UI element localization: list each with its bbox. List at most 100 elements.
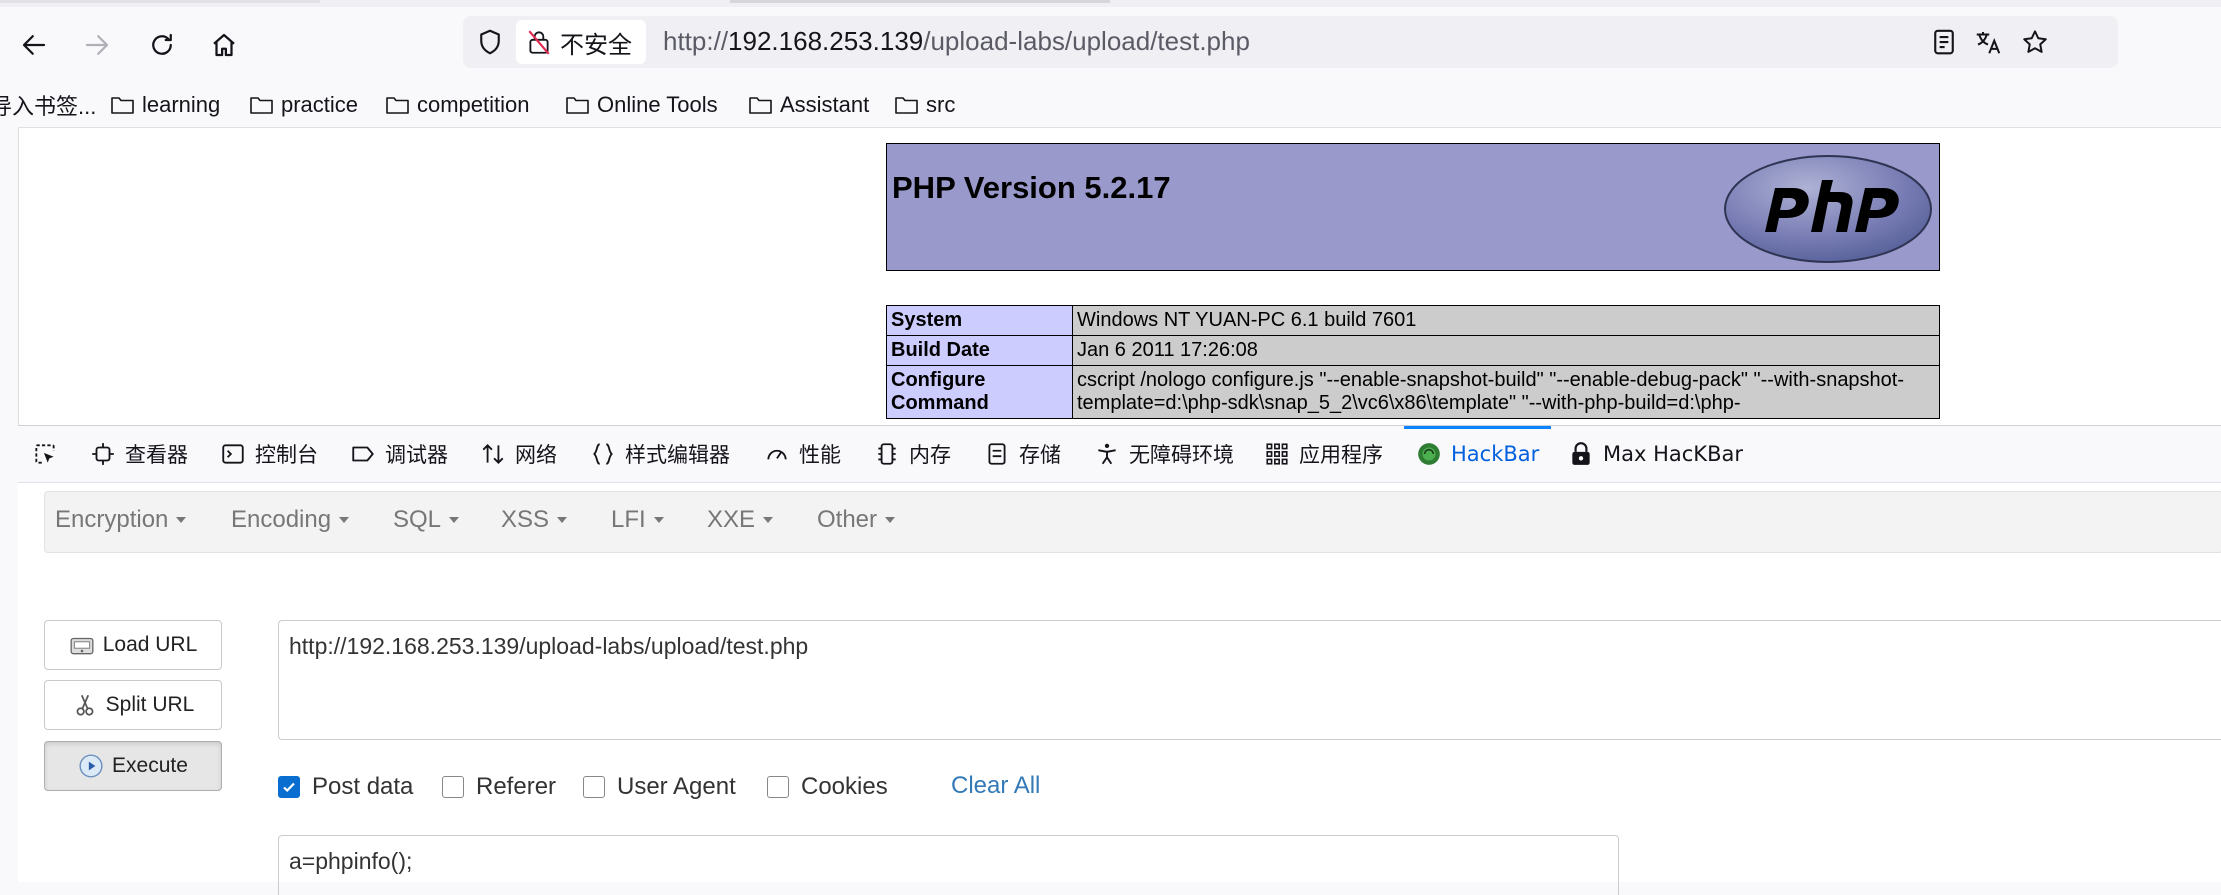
execute-button[interactable]: Execute	[44, 741, 222, 791]
checkbox-box[interactable]	[583, 776, 605, 798]
tab-edge	[0, 0, 320, 3]
table-row: Configure Command cscript /nologo config…	[886, 365, 1940, 419]
checkbox-label: Post data	[312, 773, 414, 800]
caret-down-icon	[885, 517, 896, 523]
cookies-checkbox[interactable]: Cookies	[767, 773, 888, 801]
folder-icon	[386, 97, 409, 114]
bookmark-label: src	[926, 92, 956, 117]
menu-xss[interactable]: XSS	[501, 506, 568, 534]
tab-inspector[interactable]: 查看器	[90, 426, 188, 482]
tab-application[interactable]: 应用程序	[1264, 426, 1383, 482]
bookmark-label: 导入书签...	[0, 94, 97, 119]
url-textarea[interactable]: http://192.168.253.139/upload-labs/uploa…	[278, 620, 2221, 740]
tab-performance[interactable]: 性能	[764, 426, 841, 482]
tab-hackbar[interactable]: HackBar	[1403, 426, 1552, 482]
tab-label: 应用程序	[1299, 443, 1383, 467]
tab-label: 内存	[909, 443, 951, 467]
bookmark-folder-src[interactable]: src	[894, 89, 955, 121]
bookmark-import[interactable]: 导入书签...	[0, 89, 96, 121]
tab-storage[interactable]: 存储	[984, 426, 1061, 482]
tab-debugger[interactable]: 调试器	[350, 426, 448, 482]
tab-label: 样式编辑器	[625, 443, 730, 467]
bookmark-label: practice	[281, 92, 359, 117]
url-text[interactable]: http://192.168.253.139/upload-labs/uploa…	[663, 26, 1250, 57]
translate-icon[interactable]	[1973, 27, 2003, 57]
menu-encryption[interactable]: Encryption	[55, 506, 187, 534]
button-label: Split URL	[105, 693, 195, 716]
url-host: 192.168.253.139	[728, 26, 924, 56]
menu-label: XSS	[501, 506, 550, 533]
tab-style-editor[interactable]: 样式编辑器	[590, 426, 730, 482]
folder-icon	[749, 97, 772, 114]
clear-all-link[interactable]: Clear All	[951, 772, 1040, 800]
menu-lfi[interactable]: LFI	[611, 506, 664, 534]
folder-icon	[250, 97, 273, 114]
console-icon	[222, 444, 244, 464]
page-content: PHP Version 5.2.17 System Windows NT YUA…	[18, 127, 2221, 426]
menu-encoding[interactable]: Encoding	[231, 506, 350, 534]
split-url-button[interactable]: Split URL	[44, 680, 222, 730]
caret-down-icon	[339, 517, 350, 523]
caret-down-icon	[653, 517, 664, 523]
menu-sql[interactable]: SQL	[393, 506, 460, 534]
forward-button[interactable]	[73, 21, 121, 69]
checkbox-checked-icon[interactable]	[278, 776, 300, 798]
checkbox-label: Cookies	[801, 773, 888, 800]
bookmark-folder-practice[interactable]: practice	[249, 89, 358, 121]
bookmark-star-icon[interactable]	[2020, 27, 2050, 57]
menu-xxe[interactable]: XXE	[707, 506, 774, 534]
memory-icon	[878, 443, 896, 465]
button-label: Execute	[112, 754, 188, 777]
tab-max-hackbar[interactable]: Max HacKBar	[1568, 426, 1743, 482]
phpinfo-table: System Windows NT YUAN-PC 6.1 build 7601…	[886, 305, 1940, 419]
accessibility-icon	[1098, 443, 1116, 465]
tab-accessibility[interactable]: 无障碍环境	[1094, 426, 1234, 482]
back-arrow-icon	[22, 35, 46, 55]
caret-down-icon	[176, 517, 187, 523]
load-url-icon	[70, 637, 94, 655]
user-agent-checkbox[interactable]: User Agent	[583, 773, 736, 801]
post-data-textarea[interactable]: a=phpinfo();	[278, 835, 1619, 895]
tab-label: 调试器	[385, 443, 448, 467]
checkbox-label: User Agent	[617, 773, 736, 800]
bookmark-folder-online-tools[interactable]: Online Tools	[565, 89, 718, 121]
reload-button[interactable]	[138, 21, 186, 69]
home-icon	[213, 33, 235, 57]
tab-label: 性能	[799, 443, 841, 467]
tab-console[interactable]: 控制台	[220, 426, 318, 482]
play-icon	[79, 754, 103, 778]
checkbox-box[interactable]	[442, 776, 464, 798]
bookmark-folder-competition[interactable]: competition	[385, 89, 530, 121]
performance-icon	[767, 449, 787, 460]
table-key: System	[886, 305, 1073, 336]
back-button[interactable]	[10, 21, 58, 69]
tab-network[interactable]: 网络	[480, 426, 557, 482]
hackbar-icon	[1418, 443, 1440, 465]
home-button[interactable]	[200, 21, 248, 69]
bookmark-folder-assistant[interactable]: Assistant	[748, 89, 869, 121]
tab-memory[interactable]: 内存	[874, 426, 951, 482]
bookmark-label: learning	[142, 92, 221, 117]
load-url-button[interactable]: Load URL	[44, 620, 222, 670]
post-data-checkbox[interactable]: Post data	[278, 773, 413, 801]
bookmark-folder-learning[interactable]: learning	[110, 89, 220, 121]
reader-view-icon[interactable]	[1929, 27, 1959, 57]
bookmark-label: competition	[417, 92, 530, 117]
table-value: Windows NT YUAN-PC 6.1 build 7601	[1072, 305, 1940, 336]
address-bar[interactable]: 不安全 http://192.168.253.139/upload-labs/u…	[463, 16, 2118, 68]
menu-label: Encoding	[231, 506, 332, 533]
menu-other[interactable]: Other	[817, 506, 896, 534]
checkbox-box[interactable]	[767, 776, 789, 798]
table-key: Configure Command	[886, 365, 1073, 419]
referer-checkbox[interactable]: Referer	[442, 773, 556, 801]
storage-icon	[988, 443, 1006, 465]
shield-icon[interactable]	[475, 27, 505, 57]
element-picker-button[interactable]	[32, 426, 58, 482]
menu-label: Encryption	[55, 506, 169, 533]
tab-label: 网络	[515, 443, 557, 467]
connection-security-indicator[interactable]: 不安全	[516, 20, 646, 64]
url-scheme: http://	[663, 26, 729, 56]
menu-label: LFI	[611, 506, 646, 533]
menu-label: XXE	[707, 506, 756, 533]
devtools-toolbar: 查看器 控制台 调试器 网络 样式编辑器 性能 内存 存储 无障碍环境 应用程序…	[18, 426, 2221, 483]
